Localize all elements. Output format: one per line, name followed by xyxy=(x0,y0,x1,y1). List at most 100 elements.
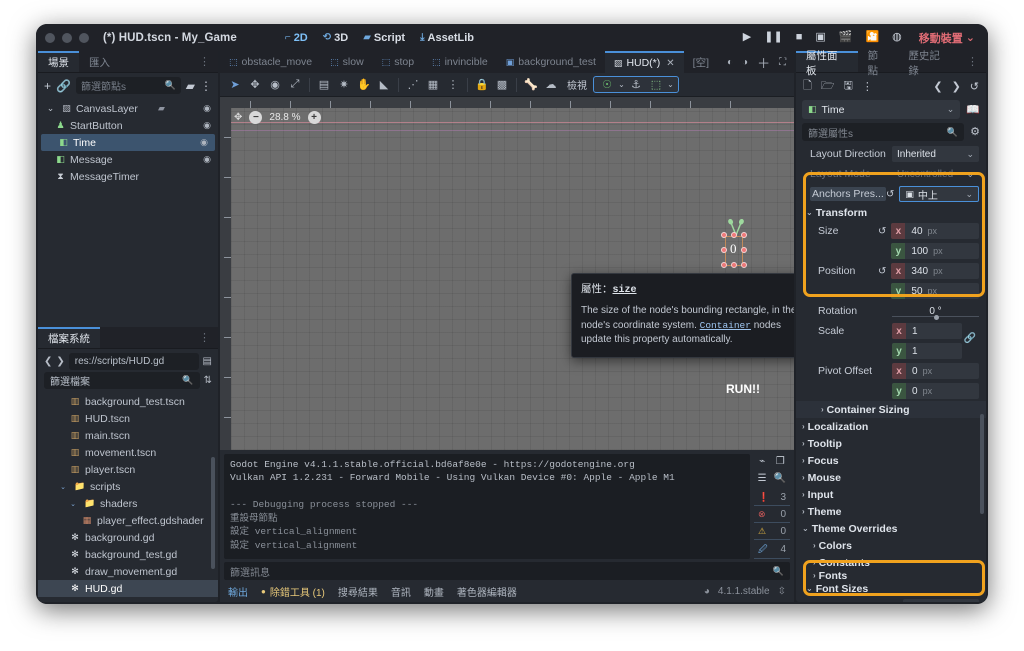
new-resource-icon[interactable]: 🗋 xyxy=(803,77,812,96)
list-item-selected[interactable]: ✻ HUD.gd xyxy=(38,580,218,597)
tab-3d[interactable]: ⟲ 3D xyxy=(323,32,348,44)
bottom-tab-animation[interactable]: 動畫 xyxy=(424,584,444,599)
bottom-tab-shader-editor[interactable]: 著色器編輯器 xyxy=(457,584,517,599)
tab-2d[interactable]: ⌐ 2D xyxy=(285,32,308,44)
snap-options-icon[interactable]: ⋮ xyxy=(443,78,463,91)
property-size[interactable]: Size ↺ x 40 px xyxy=(796,221,986,241)
skeleton-bone-icon[interactable]: 🦴 xyxy=(521,78,541,91)
property-pivot-offset-y[interactable]: y 0 px xyxy=(796,381,986,401)
add-node-button[interactable]: + xyxy=(44,79,51,93)
counter-warnings-bang[interactable]: ❗ 3 xyxy=(754,491,790,506)
chevron-down-icon[interactable]: ⌄ xyxy=(947,104,955,115)
scene-tab-hud[interactable]: ▨ HUD(*) ✕ xyxy=(604,51,684,73)
list-item[interactable]: ▦ player_effect.gdshader xyxy=(38,512,218,529)
property-scale[interactable]: Scale x 1 xyxy=(796,321,986,341)
slider-knob[interactable] xyxy=(933,315,939,320)
list-item[interactable]: ✻ background.gd xyxy=(38,529,218,546)
inspector-scrollbar[interactable] xyxy=(980,414,984,514)
stepper-icon[interactable]: ⇕ xyxy=(967,602,975,603)
property-value-select[interactable]: ▣ 中上 ⌄ xyxy=(899,186,979,202)
output-console[interactable]: Godot Engine v4.1.1.stable.official.bd6a… xyxy=(224,454,750,559)
clear-output-icon[interactable]: ⌁ xyxy=(759,456,765,467)
file-list-scrollbar[interactable] xyxy=(211,457,215,569)
visibility-eye-icon[interactable]: ◉ xyxy=(203,103,211,114)
ruler-mode-icon[interactable]: ◣ xyxy=(374,78,394,91)
inspector-settings-icon[interactable]: ⚙ xyxy=(970,125,980,138)
revert-icon[interactable]: ↺ xyxy=(878,226,886,237)
play-icon[interactable]: ▶ xyxy=(743,32,751,43)
resize-dock-icon[interactable]: ⇳ xyxy=(778,586,786,597)
close-icon[interactable]: ✕ xyxy=(666,58,674,69)
tab-filesystem[interactable]: 檔案系統 xyxy=(38,327,100,348)
rotate-mode-icon[interactable]: ◉ xyxy=(265,78,285,91)
chevron-down-icon[interactable]: ⌄ xyxy=(44,103,57,114)
resize-handle[interactable] xyxy=(721,262,727,268)
resize-handle[interactable] xyxy=(741,232,747,238)
revert-icon[interactable]: ↺ xyxy=(878,266,886,277)
window-controls[interactable] xyxy=(45,32,89,43)
resize-handle[interactable] xyxy=(741,262,747,268)
filter-properties-input[interactable]: 篩選屬性s 🔍 xyxy=(802,123,965,141)
filesystem-panel-menu-icon[interactable]: ⋮ xyxy=(192,327,218,348)
zoom-out-button[interactable]: − xyxy=(249,111,263,124)
stop-icon[interactable]: ■ xyxy=(796,32,803,43)
chevron-down-icon[interactable]: ⌄ xyxy=(666,80,675,89)
property-size-y[interactable]: ↺ y 100 px xyxy=(796,241,986,261)
group-icon[interactable]: ▩ xyxy=(492,78,512,91)
preview-sun-icon[interactable]: ☉ xyxy=(597,78,617,91)
preview-grid-icon[interactable]: ⬚ xyxy=(646,78,666,91)
open-docs-icon[interactable]: 📖 xyxy=(966,103,980,116)
tab-node[interactable]: 節點 xyxy=(858,50,899,77)
zoom-in-button[interactable]: + xyxy=(307,111,321,124)
scene-tab-invincible[interactable]: ⬚ invincible xyxy=(423,51,497,73)
copy-output-icon[interactable]: ❐ xyxy=(776,456,785,467)
inspected-object-row[interactable]: ◧ Time ⌄ xyxy=(802,100,961,119)
save-resource-icon[interactable]: 🖫 xyxy=(844,77,853,96)
filter-nodes-input[interactable]: 篩選節點s 🔍 xyxy=(75,77,181,94)
list-select-icon[interactable]: ▤ xyxy=(314,78,334,91)
property-rotation[interactable]: Rotation 0 ° xyxy=(796,301,986,321)
size-x-field[interactable]: x 40 px xyxy=(891,223,979,239)
list-item[interactable]: ⌄ 📁 scripts xyxy=(38,478,218,495)
tree-node-time[interactable]: ◧ Time ◉ xyxy=(41,134,215,151)
tab-assetlib[interactable]: ⤓ AssetLib xyxy=(420,32,474,44)
attach-script-icon[interactable]: ▰ xyxy=(186,79,195,93)
run-device-selector[interactable]: 移動裝置 ⌄ xyxy=(919,30,975,46)
chevron-down-icon[interactable]: ⌄ xyxy=(66,500,80,508)
close-window-button[interactable] xyxy=(45,32,55,43)
current-path-field[interactable]: res://scripts/HUD.gd xyxy=(68,353,199,370)
2d-viewport[interactable]: 0 RUN!! Start xyxy=(220,97,794,450)
chevron-down-icon[interactable]: ⌄ xyxy=(617,80,626,89)
counter-info[interactable]: 🖉 4 xyxy=(754,542,790,559)
size-y-field[interactable]: y 100 px xyxy=(891,243,979,259)
scene-tab-background-test[interactable]: ▣ background_test xyxy=(497,51,605,73)
counter-warnings[interactable]: ⚠ 0 xyxy=(754,525,790,540)
property-scale-y[interactable]: y 1 🔗 xyxy=(796,333,986,361)
tab-script[interactable]: ▰ Script xyxy=(363,32,405,44)
view-menu-button[interactable]: 檢視 xyxy=(561,77,593,92)
sort-files-icon[interactable]: ⇅ xyxy=(204,375,212,386)
resource-options-icon[interactable]: ⋮ xyxy=(862,80,873,93)
list-item[interactable]: ▥ HUD.tscn xyxy=(38,410,218,427)
preview-anchor-icon[interactable]: ⚓ xyxy=(626,78,646,91)
list-item[interactable]: ▥ main.tscn xyxy=(38,427,218,444)
section-constants[interactable]: › Constants xyxy=(796,554,986,571)
property-position[interactable]: Position ↺ x 340 px xyxy=(796,261,986,281)
section-localization[interactable]: › Localization xyxy=(796,418,986,435)
grid-snap-icon[interactable]: ▦ xyxy=(423,78,443,91)
movie-write-icon[interactable]: 🎬 xyxy=(839,32,853,43)
tab-history[interactable]: 歷史記錄 xyxy=(898,50,960,77)
skeleton-options-icon[interactable]: ☁ xyxy=(541,78,561,91)
property-pivot-offset[interactable]: Pivot Offset x 0 px xyxy=(796,361,986,381)
open-resource-icon[interactable]: 🗁 xyxy=(821,77,835,96)
filter-files-input[interactable]: 篩選檔案 🔍 xyxy=(44,372,200,389)
maximize-window-button[interactable] xyxy=(79,32,89,43)
section-fonts[interactable]: › Fonts xyxy=(796,571,986,580)
section-input[interactable]: › Input xyxy=(796,486,986,503)
tab-import[interactable]: 匯入 xyxy=(79,51,120,72)
bottom-tab-audio[interactable]: 音訊 xyxy=(391,584,411,599)
section-theme-overrides[interactable]: ⌄ Theme Overrides xyxy=(796,520,986,537)
section-focus[interactable]: › Focus xyxy=(796,452,986,469)
position-x-field[interactable]: x 340 px xyxy=(891,263,979,279)
tab-inspector[interactable]: 屬性面板 xyxy=(796,50,858,77)
